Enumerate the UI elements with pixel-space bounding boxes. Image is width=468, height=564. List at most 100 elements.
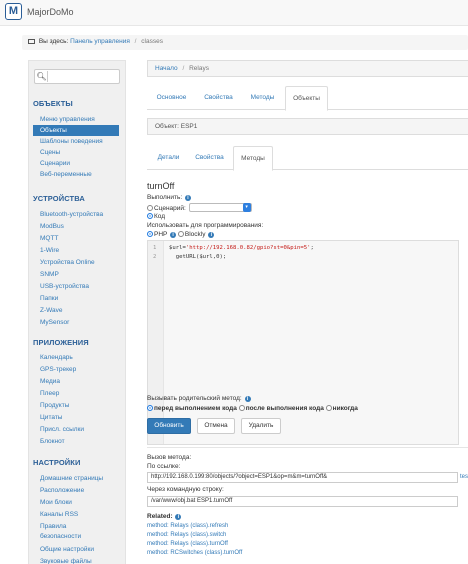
sidebar-item-rss[interactable]: Каналы RSS [33, 509, 119, 520]
breadcrumb-prefix: Вы здесь: [38, 38, 69, 45]
sidebar-item-modbus[interactable]: ModBus [33, 221, 119, 232]
php-info-icon[interactable]: i [170, 232, 177, 238]
update-button[interactable]: Обновить [147, 418, 191, 434]
parent-method-label: Вызывать родительский метод: i [147, 395, 251, 402]
line-number: 2 [153, 254, 157, 260]
breadcrumb-icon [28, 39, 35, 44]
tab-properties[interactable]: Свойства [196, 86, 241, 110]
code-string: 'http://192.168.0.82/gpio?st=0&pin=5' [185, 245, 311, 251]
related-link[interactable]: method: RCSwitches (class).turnOff [147, 550, 242, 556]
related-label: Related: i [147, 513, 182, 520]
sidebar-item-control-menu[interactable]: Меню управления [33, 114, 119, 125]
code-radio[interactable] [147, 213, 153, 219]
sidebar-item-general-settings[interactable]: Общие настройки [33, 544, 119, 555]
sidebar-item-gps[interactable]: GPS-трекер [33, 364, 119, 375]
programming-label: Использовать для программирования: [147, 222, 264, 229]
test-link[interactable]: tes [460, 474, 468, 480]
app-logo-icon[interactable]: M [5, 3, 22, 20]
code-line: $url='http://192.168.0.82/gpio?st=0&pin=… [169, 245, 314, 251]
related-link[interactable]: method: Relays (class).switch [147, 532, 226, 538]
related-link[interactable]: method: Relays (class).refresh [147, 523, 228, 529]
sidebar-item-folders[interactable]: Папки [33, 293, 119, 304]
blockly-radio[interactable] [177, 231, 184, 237]
after-radio[interactable] [238, 405, 245, 411]
after-label: после выполнения кода [245, 405, 324, 412]
sidebar-item-location[interactable]: Расположение [33, 485, 119, 496]
sidebar-item-zwave[interactable]: Z-Wave [33, 305, 119, 316]
parent-info-icon[interactable]: i [244, 396, 251, 402]
scenario-row: Сценарий: ▾ [147, 203, 252, 212]
code-token: ,0); [212, 254, 227, 260]
sidebar-item-bluetooth[interactable]: Bluetooth-устройства [33, 209, 119, 220]
sidebar-item-scripts[interactable]: Сценарии [33, 158, 119, 169]
section-apps: ПРИЛОЖЕНИЯ [33, 338, 89, 347]
php-label: PHP [154, 231, 168, 238]
sidebar-item-sound-files[interactable]: Звуковые файлы [33, 556, 119, 564]
info-icon[interactable]: i [185, 195, 191, 201]
sidebar-item-scenes[interactable]: Сцены [33, 147, 119, 158]
related-link[interactable]: method: Relays (class).turnOff [147, 541, 228, 547]
sidebar-item-security-rules-cont[interactable]: безопасности [33, 531, 119, 542]
main-content: Начало / Relays Основное Свойства Методы… [147, 60, 468, 564]
tab-object-properties[interactable]: Свойства [188, 146, 231, 170]
sidebar-item-mqtt[interactable]: MQTT [33, 233, 119, 244]
breadcrumb-home-link[interactable]: Панель управления [70, 38, 130, 45]
sidebar-item-my-blocks[interactable]: Мои блоки [33, 497, 119, 508]
sidebar-item-sent-links[interactable]: Присл. ссылки [33, 424, 119, 435]
sidebar-item-media[interactable]: Медиа [33, 376, 119, 387]
sidebar-item-notepad[interactable]: Блокнот [33, 436, 119, 447]
sidebar-item-calendar[interactable]: Календарь [33, 352, 119, 363]
sidebar-item-home-pages[interactable]: Домашние страницы [33, 473, 119, 484]
never-radio[interactable] [325, 405, 332, 411]
related-info-icon[interactable]: i [175, 514, 182, 520]
code-line: getURL($url,0); [169, 254, 227, 260]
sidebar-item-objects[interactable]: Объекты [33, 125, 119, 136]
code-token: $url [199, 254, 213, 260]
sidebar-item-products[interactable]: Продукты [33, 400, 119, 411]
before-label: перед выполнением кода [154, 405, 237, 412]
by-link-label: По ссылке: [147, 463, 181, 470]
app-title[interactable]: MajorDoMo [27, 7, 74, 17]
related-label-text: Related: [147, 513, 173, 520]
inner-breadcrumb: Начало / Relays [147, 60, 468, 77]
sidebar-item-snmp[interactable]: SNMP [33, 269, 119, 280]
before-radio[interactable] [147, 405, 153, 411]
sidebar-item-player[interactable]: Плеер [33, 388, 119, 399]
top-navbar: M MajorDoMo [0, 0, 468, 26]
php-radio[interactable] [147, 231, 153, 237]
tab-object-methods[interactable]: Методы [233, 146, 273, 171]
tab-object-details[interactable]: Детали [151, 146, 186, 170]
inner-breadcrumb-current: Relays [189, 65, 209, 72]
scenario-label: Сценарий: [154, 205, 186, 212]
blockly-info-icon[interactable]: i [208, 232, 215, 238]
search-icon[interactable]: 🔍︎ [36, 71, 48, 82]
tab-main[interactable]: Основное [147, 86, 196, 110]
blockly-label: Blockly [184, 231, 206, 238]
search-input[interactable]: 🔍︎ [34, 69, 120, 84]
breadcrumb-separator: / [134, 38, 137, 45]
tab-objects[interactable]: Объекты [285, 86, 328, 111]
cancel-button[interactable]: Отмена [197, 418, 235, 434]
delete-button[interactable]: Удалить [241, 418, 281, 434]
sidebar-item-online-devices[interactable]: Устройства Online [33, 257, 119, 268]
sidebar-item-1wire[interactable]: 1-Wire [33, 245, 119, 256]
scenario-select[interactable]: ▾ [188, 203, 252, 212]
code-gutter [148, 241, 164, 444]
scenario-radio[interactable] [147, 205, 153, 211]
class-tabs: Основное Свойства Методы Объекты [147, 86, 468, 111]
code-label: Код [154, 213, 166, 220]
chevron-down-icon: ▾ [242, 203, 251, 212]
inner-breadcrumb-home[interactable]: Начало [155, 65, 178, 72]
cmd-field[interactable]: /var/www/obj.bat ESP1.turnOff [147, 496, 458, 507]
sidebar-item-mysensor[interactable]: MySensor [33, 317, 119, 328]
sidebar-item-behavior-templates[interactable]: Шаблоны поведения [33, 136, 119, 147]
sidebar-item-usb[interactable]: USB-устройства [33, 281, 119, 292]
section-settings: НАСТРОЙКИ [33, 458, 81, 467]
sidebar-item-web-vars[interactable]: Веб-переменные [33, 169, 119, 180]
sidebar-item-quotes[interactable]: Цитаты [33, 412, 119, 423]
divider [147, 447, 468, 448]
tab-methods[interactable]: Методы [241, 86, 284, 110]
code-editor[interactable]: 1 $url='http://192.168.0.82/gpio?st=0&pi… [147, 240, 459, 445]
method-link-field[interactable]: http://192.168.0.199:80/objects/?object=… [147, 472, 458, 483]
code-row: Код [147, 213, 165, 220]
